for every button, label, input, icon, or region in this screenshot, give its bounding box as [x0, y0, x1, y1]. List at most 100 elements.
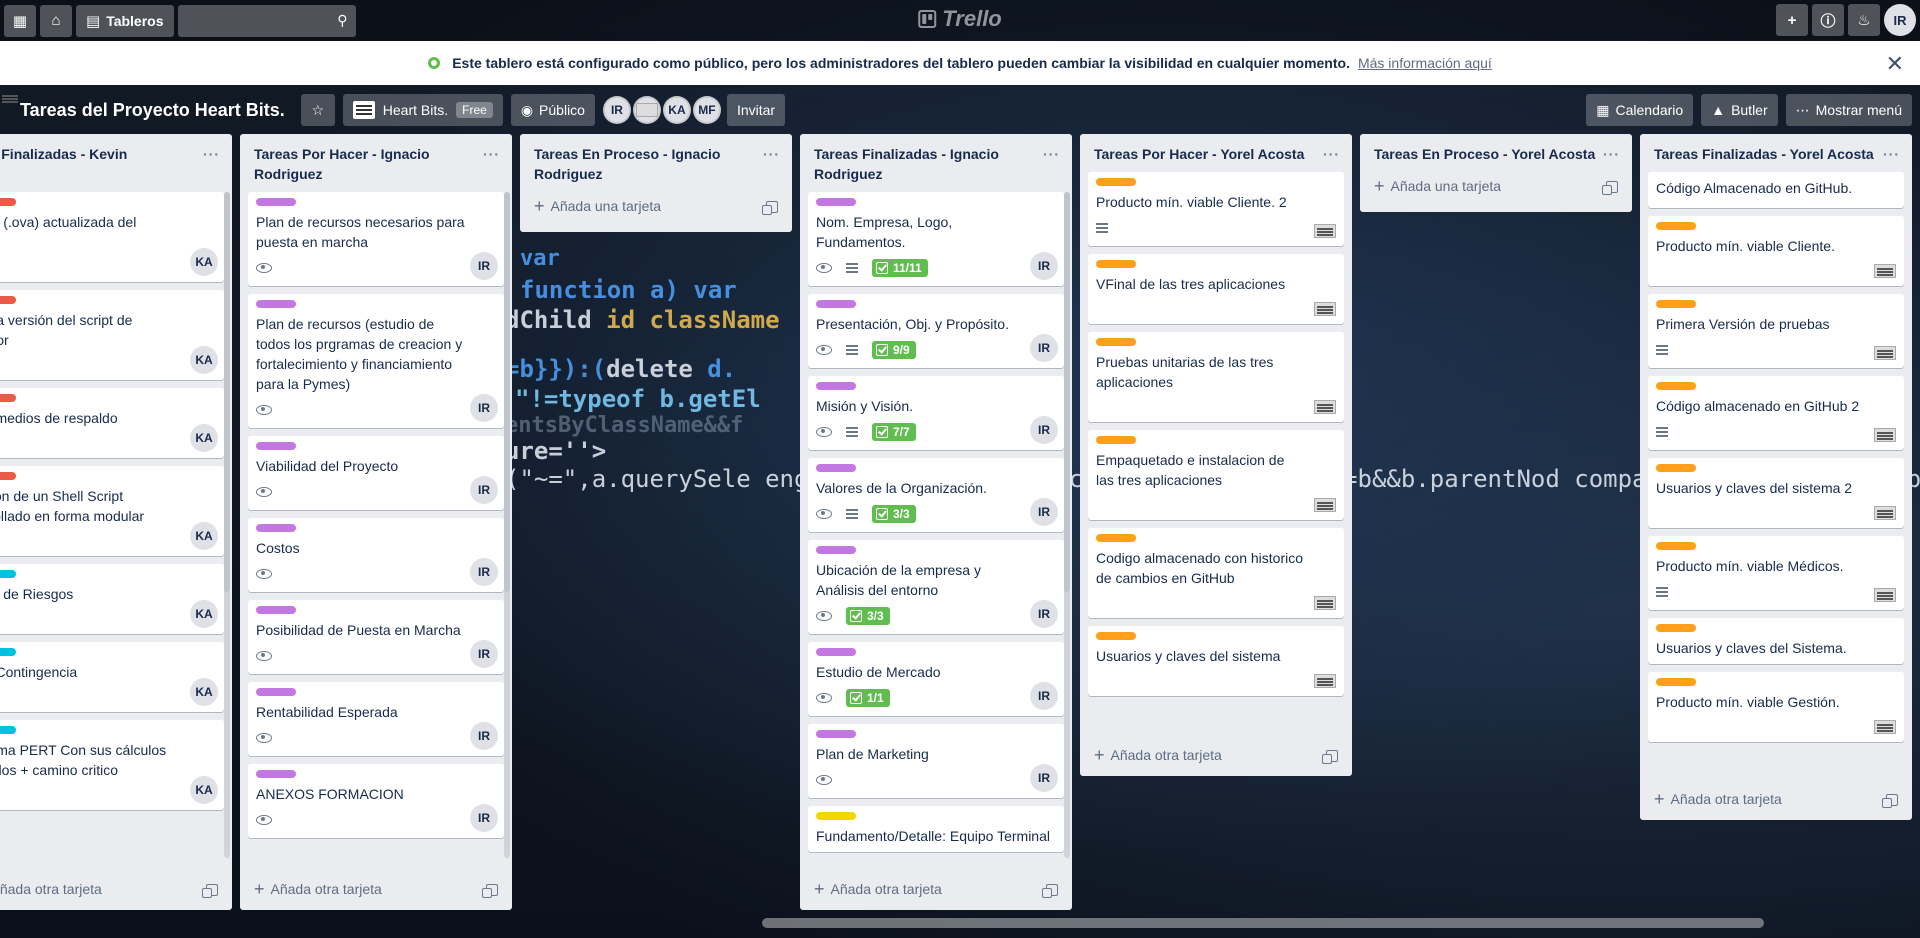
list-title[interactable]: Tareas Por Hacer - Yorel Acosta: [1094, 144, 1304, 164]
card-label[interactable]: [816, 300, 856, 308]
visibility-button[interactable]: ◉ Público: [510, 94, 595, 126]
card-label[interactable]: [256, 300, 296, 308]
home-icon[interactable]: ⌂: [40, 4, 72, 37]
card-member-avatar[interactable]: KA: [190, 346, 218, 374]
card-label[interactable]: [256, 606, 296, 614]
card-member-avatar[interactable]: IR: [1030, 498, 1058, 526]
card-label[interactable]: [256, 524, 296, 532]
card-label[interactable]: [816, 812, 856, 820]
info-icon[interactable]: ⓘ: [1812, 4, 1844, 36]
card[interactable]: grama PERT Con sus cálculos ciados + cam…: [0, 720, 224, 810]
card-member-avatar[interactable]: IR: [470, 252, 498, 280]
card-template-icon[interactable]: [482, 883, 498, 898]
card[interactable]: gen (.ova) actualizada del idor KA: [0, 192, 224, 282]
card-label[interactable]: [256, 770, 296, 778]
card-label[interactable]: [0, 726, 16, 734]
card[interactable]: Codigo almacenado con historico de cambi…: [1088, 528, 1344, 618]
card-label[interactable]: [0, 394, 16, 402]
member-avatar[interactable]: [632, 96, 661, 124]
search-input[interactable]: ⚲: [177, 4, 356, 37]
card[interactable]: Fundamento/Detalle: Equipo Terminal: [808, 806, 1064, 852]
add-card-button[interactable]: + Añada una tarjeta: [520, 188, 792, 227]
card-member-avatar[interactable]: IR: [470, 722, 498, 750]
list-title[interactable]: Tareas En Proceso - Ignacio Rodriguez: [534, 144, 763, 184]
list-menu-icon[interactable]: ···: [1323, 144, 1344, 164]
list-header[interactable]: Tareas Por Hacer - Ignacio Rodriguez ···: [240, 134, 512, 188]
member-avatar[interactable]: MF: [692, 96, 721, 124]
add-card-button[interactable]: + Añada otra tarjeta: [240, 871, 512, 910]
card-label[interactable]: [256, 198, 296, 206]
member-avatar[interactable]: KA: [662, 96, 691, 124]
card-template-icon[interactable]: [1602, 180, 1618, 195]
add-card-button[interactable]: + Añada otra tarjeta: [1080, 737, 1352, 776]
card[interactable]: Producto mín. viable Gestión.: [1648, 672, 1904, 742]
list-menu-icon[interactable]: ···: [483, 144, 504, 184]
list-scrollbar[interactable]: [224, 192, 230, 858]
card-label[interactable]: [816, 382, 856, 390]
card[interactable]: lisis de Riesgos KA: [0, 564, 224, 634]
card[interactable]: Usuarios y claves del sistema: [1088, 626, 1344, 696]
list-title[interactable]: Tareas En Proceso - Yorel Acosta: [1374, 144, 1595, 164]
card-label[interactable]: [1096, 436, 1136, 444]
card[interactable]: ación de un Shell Script arrollado en fo…: [0, 466, 224, 556]
card-label[interactable]: [1096, 632, 1136, 640]
card-template-icon[interactable]: [1042, 883, 1058, 898]
card-member-avatar-image[interactable]: [1874, 264, 1896, 278]
card-label[interactable]: [1656, 300, 1696, 308]
card-template-icon[interactable]: [1322, 749, 1338, 764]
card-member-avatar[interactable]: KA: [190, 600, 218, 628]
add-card-button[interactable]: + Añada otra tarjeta: [800, 871, 1072, 910]
card[interactable]: nir medios de respaldo KA: [0, 388, 224, 458]
card-label[interactable]: [1096, 178, 1136, 186]
create-plus-icon[interactable]: +: [1776, 4, 1808, 36]
star-icon[interactable]: ☆: [300, 94, 335, 126]
member-avatar[interactable]: IR: [602, 96, 631, 124]
calendar-button[interactable]: ▦ Calendario: [1586, 94, 1694, 126]
card-label[interactable]: [0, 296, 16, 304]
list-title[interactable]: Tareas Finalizadas - Ignacio Rodriguez: [814, 144, 1043, 184]
card-member-avatar[interactable]: IR: [470, 394, 498, 422]
card[interactable]: Empaquetado e instalacion de las tres ap…: [1088, 430, 1344, 520]
card-label[interactable]: [256, 442, 296, 450]
card-label[interactable]: [816, 198, 856, 206]
card-member-avatar-image[interactable]: [1314, 302, 1336, 316]
card-member-avatar-image[interactable]: [1874, 720, 1896, 734]
card[interactable]: Estudio de Mercado 1/1 IR: [808, 642, 1064, 716]
butler-button[interactable]: ▲ Butler: [1701, 94, 1778, 126]
list-scrollbar[interactable]: [504, 192, 510, 858]
card-member-avatar-image[interactable]: [1874, 428, 1896, 442]
notifications-bell-icon[interactable]: ♨: [1848, 4, 1880, 36]
card[interactable]: Viabilidad del Proyecto IR: [248, 436, 504, 510]
boards-button[interactable]: ▤ Tableros: [76, 4, 174, 37]
list-header[interactable]: Tareas Por Hacer - Yorel Acosta ···: [1080, 134, 1352, 168]
board-title[interactable]: Tareas del Proyecto Heart Bits.: [12, 100, 293, 121]
card-member-avatar-image[interactable]: [1314, 596, 1336, 610]
card-template-icon[interactable]: [202, 883, 218, 898]
card[interactable]: Posibilidad de Puesta en Marcha IR: [248, 600, 504, 674]
card[interactable]: Código almacenado en GitHub 2: [1648, 376, 1904, 450]
card[interactable]: Producto mín. viable Cliente.: [1648, 216, 1904, 286]
horizontal-scrollbar[interactable]: [762, 918, 1764, 928]
close-icon[interactable]: ✕: [1886, 51, 1904, 77]
list-scrollbar-thumb[interactable]: [224, 192, 230, 592]
add-card-button[interactable]: + Añada otra tarjeta: [1640, 781, 1912, 820]
card-label[interactable]: [816, 648, 856, 656]
card[interactable]: Código Almacenado en GitHub.: [1648, 172, 1904, 208]
card-label[interactable]: [1096, 260, 1136, 268]
card-member-avatar[interactable]: IR: [470, 558, 498, 586]
card-label[interactable]: [1656, 542, 1696, 550]
card-member-avatar[interactable]: KA: [190, 248, 218, 276]
trello-logo[interactable]: Trello: [918, 6, 1002, 32]
card-member-avatar[interactable]: IR: [470, 476, 498, 504]
card-label[interactable]: [0, 570, 16, 578]
card[interactable]: Usuarios y claves del Sistema.: [1648, 618, 1904, 664]
card[interactable]: Ubicación de la empresa y Análisis del e…: [808, 540, 1064, 634]
card-member-avatar-image[interactable]: [1314, 224, 1336, 238]
card-label[interactable]: [1656, 624, 1696, 632]
card-label[interactable]: [0, 198, 16, 206]
card[interactable]: ANEXOS FORMACION IR: [248, 764, 504, 838]
card[interactable]: Nom. Empresa, Logo, Fundamentos. 11/11 IR: [808, 192, 1064, 286]
banner-more-info-link[interactable]: Más información aquí: [1358, 55, 1492, 71]
list-scrollbar-thumb[interactable]: [504, 192, 510, 592]
apps-grid-icon[interactable]: ▦: [4, 4, 36, 37]
